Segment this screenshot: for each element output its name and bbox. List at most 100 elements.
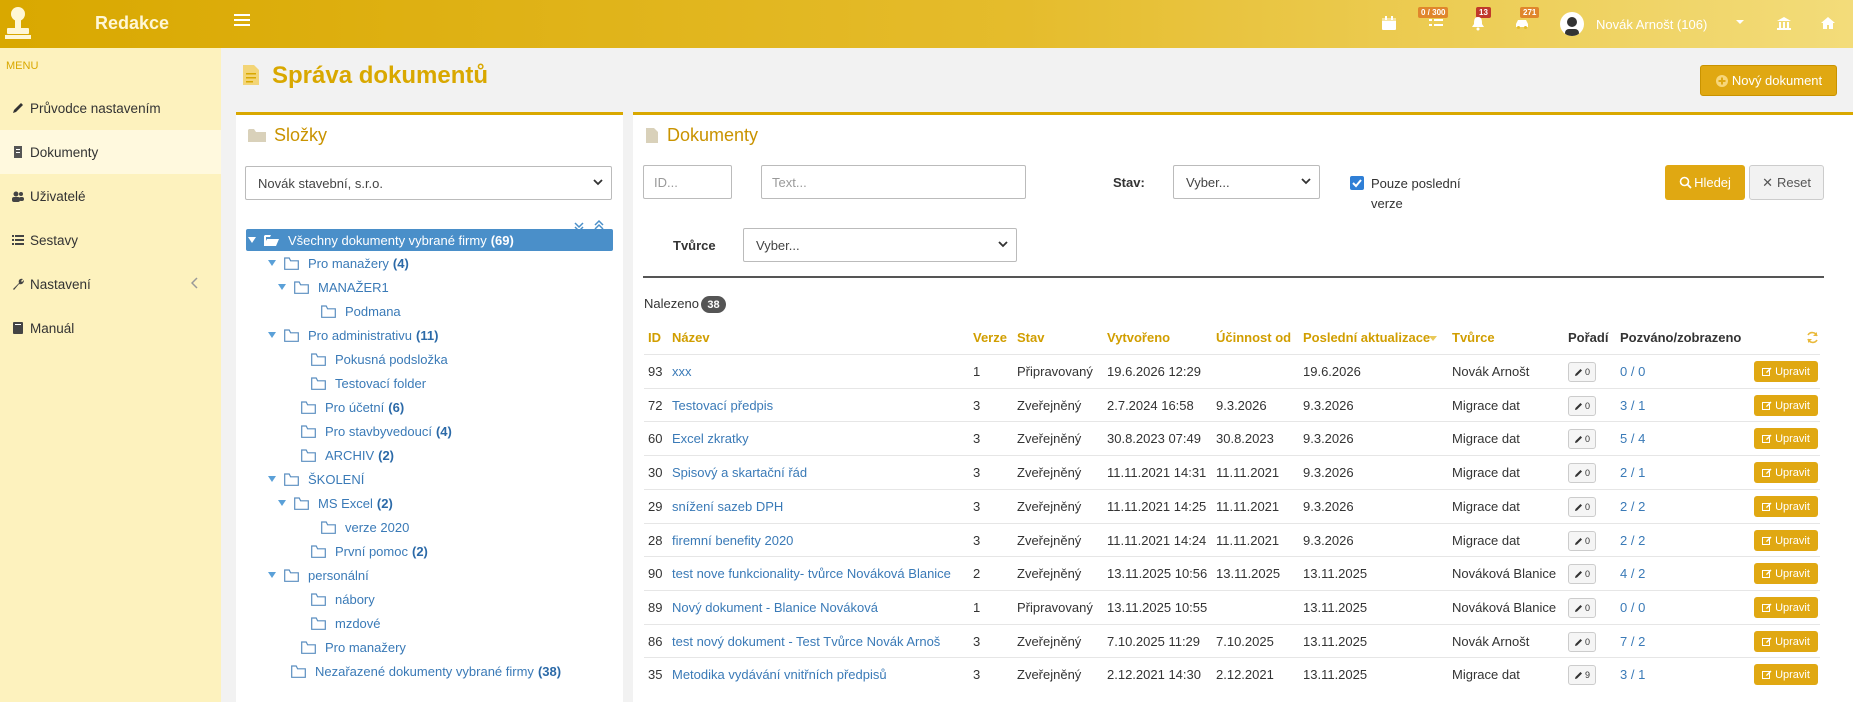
table-cell-invited[interactable]: 2 / 2 bbox=[1620, 533, 1645, 548]
brand[interactable]: Redakce bbox=[0, 0, 221, 48]
table-cell-name[interactable]: snížení sazeb DPH bbox=[672, 499, 783, 514]
menu-toggle-icon[interactable] bbox=[234, 14, 250, 30]
tree-folder-item[interactable]: Pro účetní (6) bbox=[301, 396, 404, 418]
sidebar-item-users[interactable]: Uživatelé bbox=[0, 174, 221, 218]
column-header-created[interactable]: Vytvořeno bbox=[1107, 330, 1170, 345]
order-button[interactable]: 0 bbox=[1568, 497, 1596, 517]
tree-folder-item[interactable]: Pro manažery (4) bbox=[267, 252, 409, 274]
state-filter-select[interactable]: Vyber... bbox=[1173, 165, 1320, 199]
tree-folder-item[interactable]: MS Excel (2) bbox=[277, 492, 393, 514]
table-cell-name[interactable]: test nove funkcionality- tvůrce Nováková… bbox=[672, 566, 951, 581]
edit-button[interactable]: Upravit bbox=[1754, 462, 1818, 483]
column-header-effective[interactable]: Účinnost od bbox=[1216, 330, 1291, 345]
order-button[interactable]: 0 bbox=[1568, 632, 1596, 652]
latest-version-checkbox[interactable] bbox=[1350, 176, 1364, 190]
table-cell-invited[interactable]: 3 / 1 bbox=[1620, 398, 1645, 413]
tree-folder-item[interactable]: personální bbox=[267, 564, 369, 586]
table-cell-name[interactable]: Metodika vydávání vnitřních předpisů bbox=[672, 667, 887, 682]
tree-toggle-icon[interactable] bbox=[277, 498, 287, 508]
tree-folder-item[interactable]: Pokusná podsložka bbox=[311, 348, 448, 370]
tree-toggle-icon[interactable] bbox=[267, 474, 277, 484]
edit-button[interactable]: Upravit bbox=[1754, 395, 1818, 416]
tree-root-all-documents[interactable]: Všechny dokumenty vybrané firmy (69) bbox=[246, 229, 613, 251]
edit-button[interactable]: Upravit bbox=[1754, 428, 1818, 449]
sidebar-item-manual[interactable]: Manuál bbox=[0, 306, 221, 350]
table-cell-invited[interactable]: 7 / 2 bbox=[1620, 634, 1645, 649]
calendar-icon[interactable] bbox=[1380, 14, 1398, 32]
table-cell-name[interactable]: firemní benefity 2020 bbox=[672, 533, 793, 548]
order-button[interactable]: 0 bbox=[1568, 564, 1596, 584]
edit-button[interactable]: Upravit bbox=[1754, 361, 1818, 382]
edit-button[interactable]: Upravit bbox=[1754, 664, 1818, 685]
order-button[interactable]: 0 bbox=[1568, 362, 1596, 382]
order-button[interactable]: 0 bbox=[1568, 598, 1596, 618]
tree-folder-item[interactable]: MANAŽER1 bbox=[277, 276, 389, 298]
edit-button[interactable]: Upravit bbox=[1754, 631, 1818, 652]
tree-folder-item[interactable]: Nezařazené dokumenty vybrané firmy (38) bbox=[291, 660, 561, 682]
tree-toggle-icon[interactable] bbox=[247, 235, 257, 245]
company-select[interactable]: Novák stavební, s.r.o. bbox=[245, 166, 612, 200]
table-cell-invited[interactable]: 3 / 1 bbox=[1620, 667, 1645, 682]
column-header-state[interactable]: Stav bbox=[1017, 330, 1044, 345]
tree-toggle-icon[interactable] bbox=[267, 330, 277, 340]
edit-button[interactable]: Upravit bbox=[1754, 563, 1818, 584]
tree-folder-item[interactable]: Pro stavbyvedoucí (4) bbox=[301, 420, 452, 442]
tree-toggle-icon[interactable] bbox=[277, 282, 287, 292]
tasks-icon[interactable] bbox=[1427, 14, 1445, 32]
refresh-icon[interactable] bbox=[1806, 331, 1819, 344]
column-header-name[interactable]: Název bbox=[672, 330, 710, 345]
order-button[interactable]: 0 bbox=[1568, 531, 1596, 551]
tree-folder-item[interactable]: Pro manažery bbox=[301, 636, 406, 658]
table-cell-name[interactable]: Nový dokument - Blanice Nováková bbox=[672, 600, 878, 615]
order-button[interactable]: 0 bbox=[1568, 396, 1596, 416]
edit-button[interactable]: Upravit bbox=[1754, 530, 1818, 551]
column-header-updated[interactable]: Poslední aktualizace bbox=[1303, 330, 1430, 345]
sidebar-item-reports[interactable]: Sestavy bbox=[0, 218, 221, 262]
tree-toggle-icon[interactable] bbox=[267, 258, 277, 268]
order-button[interactable]: 0 bbox=[1568, 463, 1596, 483]
search-button[interactable]: Hledej bbox=[1665, 165, 1745, 200]
table-cell-name[interactable]: Testovací předpis bbox=[672, 398, 773, 413]
tree-folder-item[interactable]: ARCHIV (2) bbox=[301, 444, 394, 466]
tree-folder-item[interactable]: Pro administrativu (11) bbox=[267, 324, 438, 346]
column-header-version[interactable]: Verze bbox=[973, 330, 1007, 345]
tree-folder-item[interactable]: ŠKOLENÍ bbox=[267, 468, 364, 490]
table-cell-name[interactable]: xxx bbox=[672, 364, 692, 379]
table-cell-name[interactable]: test nový dokument - Test Tvůrce Novák A… bbox=[672, 634, 940, 649]
creator-filter-select[interactable]: Vyber... bbox=[743, 228, 1017, 262]
reset-button[interactable]: ✕ Reset bbox=[1749, 165, 1824, 200]
edit-button[interactable]: Upravit bbox=[1754, 496, 1818, 517]
tree-toggle-icon[interactable] bbox=[267, 570, 277, 580]
table-cell-invited[interactable]: 0 / 0 bbox=[1620, 600, 1645, 615]
column-header-creator[interactable]: Tvůrce bbox=[1452, 330, 1495, 345]
text-filter-input[interactable]: Text... bbox=[761, 165, 1026, 199]
column-header-invited[interactable]: Pozváno/zobrazeno bbox=[1620, 330, 1741, 345]
table-cell-invited[interactable]: 2 / 1 bbox=[1620, 465, 1645, 480]
tree-folder-item[interactable]: První pomoc (2) bbox=[311, 540, 428, 562]
table-cell-invited[interactable]: 4 / 2 bbox=[1620, 566, 1645, 581]
table-cell-invited[interactable]: 0 / 0 bbox=[1620, 364, 1645, 379]
bell-icon[interactable] bbox=[1469, 14, 1487, 32]
order-button[interactable]: 0 bbox=[1568, 429, 1596, 449]
table-cell-name[interactable]: Spisový a skartační řád bbox=[672, 465, 807, 480]
home-icon[interactable] bbox=[1819, 14, 1837, 32]
tree-folder-item[interactable]: mzdové bbox=[311, 612, 381, 634]
tree-folder-item[interactable]: nábory bbox=[311, 588, 375, 610]
sidebar-item-setup-wizard[interactable]: Průvodce nastavením bbox=[0, 86, 221, 130]
institution-icon[interactable] bbox=[1775, 14, 1793, 32]
tree-folder-item[interactable]: Testovací folder bbox=[311, 372, 426, 394]
table-cell-name[interactable]: Excel zkratky bbox=[672, 431, 749, 446]
table-cell-invited[interactable]: 2 / 2 bbox=[1620, 499, 1645, 514]
tree-folder-item[interactable]: Podmana bbox=[321, 300, 401, 322]
edit-button[interactable]: Upravit bbox=[1754, 597, 1818, 618]
sidebar-item-settings[interactable]: Nastavení bbox=[0, 262, 221, 306]
tree-folder-item[interactable]: verze 2020 bbox=[321, 516, 409, 538]
new-document-button[interactable]: Nový dokument bbox=[1700, 65, 1837, 96]
id-filter-input[interactable]: ID... bbox=[643, 165, 732, 199]
table-cell-invited[interactable]: 5 / 4 bbox=[1620, 431, 1645, 446]
car-icon[interactable] bbox=[1513, 14, 1531, 32]
column-header-id[interactable]: ID bbox=[648, 330, 661, 345]
chevron-down-icon[interactable] bbox=[1735, 18, 1745, 26]
sidebar-item-documents[interactable]: Dokumenty bbox=[0, 130, 221, 174]
column-header-order[interactable]: Pořadí bbox=[1568, 330, 1608, 345]
